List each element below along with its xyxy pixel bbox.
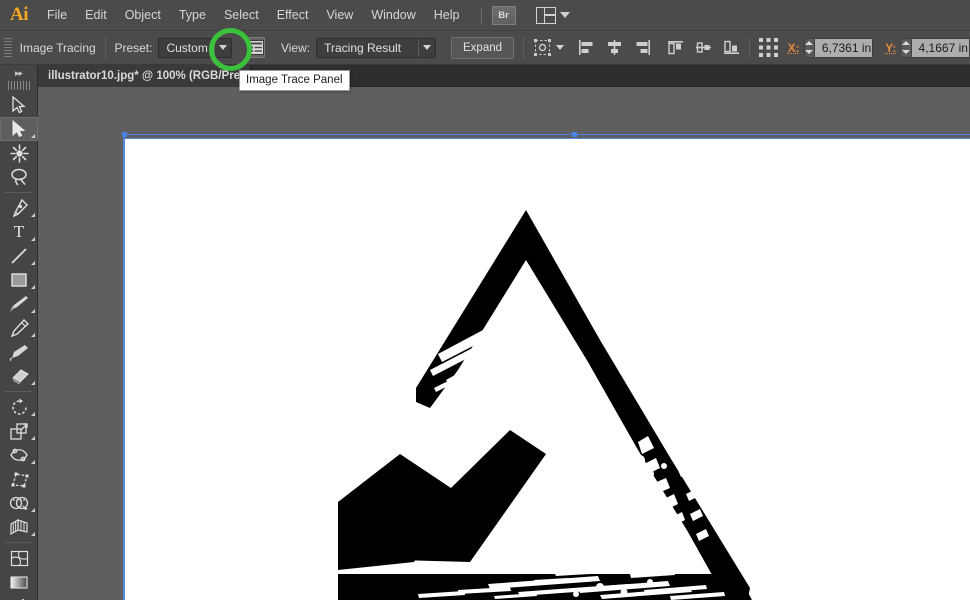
lasso-tool[interactable] bbox=[0, 165, 38, 189]
line-segment-tool[interactable] bbox=[0, 244, 38, 268]
blob-brush-tool[interactable] bbox=[0, 340, 38, 364]
paintbrush-tool[interactable] bbox=[0, 292, 38, 316]
tools-panel-grip[interactable] bbox=[7, 81, 30, 90]
menu-item-view[interactable]: View bbox=[317, 0, 362, 30]
tools-divider bbox=[5, 192, 32, 193]
transform-button[interactable] bbox=[533, 38, 564, 58]
traced-grunge-triangle-artwork[interactable] bbox=[338, 202, 818, 600]
image-trace-panel-button[interactable] bbox=[247, 37, 265, 58]
align-vertical-center-icon[interactable] bbox=[695, 38, 712, 58]
selection-anchor[interactable] bbox=[122, 132, 127, 137]
menu-item-select[interactable]: Select bbox=[215, 0, 268, 30]
align-top-icon[interactable] bbox=[667, 38, 684, 58]
type-tool[interactable]: T bbox=[0, 220, 38, 244]
y-stepper[interactable] bbox=[900, 37, 912, 58]
view-value: Tracing Result bbox=[324, 40, 402, 55]
rotate-tool[interactable] bbox=[0, 395, 38, 419]
chevron-down-icon bbox=[559, 12, 570, 18]
align-right-icon[interactable] bbox=[634, 38, 651, 58]
view-dropdown[interactable]: Tracing Result bbox=[316, 37, 436, 58]
menu-item-object[interactable]: Object bbox=[116, 0, 170, 30]
arrange-documents-icon bbox=[535, 6, 556, 24]
scale-tool[interactable] bbox=[0, 419, 38, 443]
direct-selection-tool[interactable] bbox=[0, 117, 38, 141]
view-label: View: bbox=[280, 40, 311, 55]
app-logo: Ai bbox=[10, 4, 29, 25]
magic-wand-tool[interactable] bbox=[0, 141, 38, 165]
control-divider-1 bbox=[104, 36, 106, 59]
gradient-tool[interactable] bbox=[0, 570, 38, 594]
control-divider-3 bbox=[748, 36, 750, 59]
menu-bar: Ai File Edit Object Type Select Effect V… bbox=[0, 0, 970, 30]
menu-item-edit[interactable]: Edit bbox=[76, 0, 116, 30]
menu-item-type[interactable]: Type bbox=[170, 0, 215, 30]
control-bar-panel-title: Image Tracing bbox=[19, 40, 96, 55]
preset-value: Custom bbox=[166, 40, 208, 55]
bridge-button[interactable]: Br bbox=[491, 5, 516, 25]
preset-label: Preset: bbox=[114, 40, 153, 55]
collapse-panel-icon[interactable]: ▸▸ bbox=[0, 65, 37, 81]
rectangle-tool[interactable] bbox=[0, 268, 38, 292]
menu-item-window[interactable]: Window bbox=[362, 0, 424, 30]
y-coordinate-input[interactable]: 4,1667 in bbox=[911, 37, 970, 58]
transform-icon bbox=[533, 38, 553, 58]
align-bottom-icon[interactable] bbox=[723, 38, 740, 58]
x-coordinate-label: X: bbox=[787, 40, 800, 55]
tools-divider bbox=[5, 542, 32, 543]
pencil-tool[interactable] bbox=[0, 316, 38, 340]
control-bar: Image Tracing Preset: Custom View: Traci… bbox=[0, 30, 970, 65]
perspective-grid-tool[interactable] bbox=[0, 515, 38, 539]
illustrator-window: Ai File Edit Object Type Select Effect V… bbox=[0, 0, 970, 600]
document-tab-bar: illustrator10.jpg* @ 100% (RGB/Pre bbox=[0, 65, 970, 87]
preset-dropdown[interactable]: Custom bbox=[158, 37, 232, 58]
expand-button[interactable]: Expand bbox=[450, 36, 515, 59]
menu-item-file[interactable]: File bbox=[38, 0, 76, 30]
shape-builder-tool[interactable] bbox=[0, 491, 38, 515]
document-tab[interactable]: illustrator10.jpg* @ 100% (RGB/Pre bbox=[38, 65, 252, 87]
menu-item-help[interactable]: Help bbox=[425, 0, 469, 30]
free-transform-tool[interactable] bbox=[0, 467, 38, 491]
image-trace-panel-icon bbox=[248, 40, 264, 55]
mesh-tool[interactable] bbox=[0, 546, 38, 570]
selection-tool[interactable] bbox=[0, 93, 38, 117]
chevron-down-icon bbox=[417, 38, 435, 57]
tools-panel: ▸▸ T bbox=[0, 65, 38, 600]
reference-point-icon[interactable] bbox=[758, 38, 778, 58]
document-canvas[interactable] bbox=[38, 87, 970, 600]
x-stepper[interactable] bbox=[803, 37, 815, 58]
tooltip: Image Trace Panel bbox=[239, 70, 350, 91]
align-left-icon[interactable] bbox=[578, 38, 595, 58]
menu-divider bbox=[480, 6, 482, 24]
menu-item-effect[interactable]: Effect bbox=[268, 0, 318, 30]
eraser-tool[interactable] bbox=[0, 364, 38, 388]
chevron-down-icon bbox=[213, 38, 231, 57]
eyedropper-tool[interactable] bbox=[0, 594, 38, 600]
tools-divider bbox=[5, 391, 32, 392]
arrange-documents-button[interactable] bbox=[535, 6, 570, 24]
pen-tool[interactable] bbox=[0, 196, 38, 220]
align-horizontal-center-icon[interactable] bbox=[606, 38, 623, 58]
y-coordinate-label: Y: bbox=[885, 40, 897, 55]
width-tool[interactable] bbox=[0, 443, 38, 467]
selection-anchor[interactable] bbox=[572, 132, 577, 137]
control-bar-grip[interactable] bbox=[4, 37, 12, 58]
chevron-down-icon bbox=[555, 45, 564, 50]
control-divider-2 bbox=[523, 36, 524, 59]
x-coordinate-input[interactable]: 6,7361 in bbox=[814, 37, 874, 58]
